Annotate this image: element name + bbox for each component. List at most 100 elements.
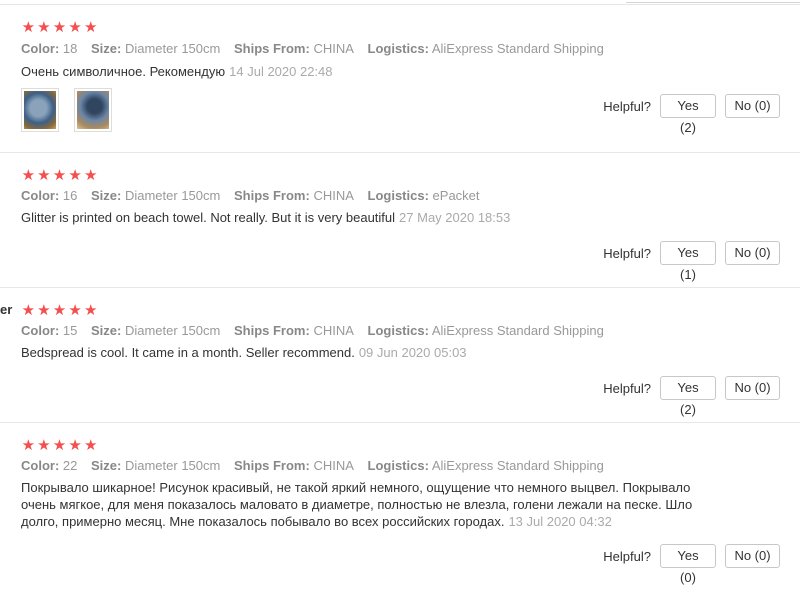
review-photo-thumbnail[interactable] [74,88,112,132]
star-icon: ★ [52,19,67,36]
star-icon: ★ [83,167,98,184]
star-icon: ★ [83,19,98,36]
ships-from-label: Ships From: [233,188,310,203]
helpful-no-button[interactable]: No (0) [725,94,780,118]
size-value: Diameter 150cm [124,188,221,203]
ships-from-value: CHINA [313,323,354,338]
helpful-label: Helpful? [603,380,651,396]
logistics-value: AliExpress Standard Shipping [431,323,604,338]
star-icon: ★ [52,302,67,319]
star-icon: ★ [37,302,51,319]
star-icon: ★ [68,302,82,319]
color-label: Color: [21,41,60,56]
star-icon: ★ [83,302,98,319]
star-icon: ★ [21,302,36,319]
color-value: 18 [62,41,78,56]
review-text: Bedspread is cool. It came in a month. S… [21,344,467,361]
helpful-label: Helpful? [603,548,651,564]
helpful-no-button[interactable]: No (0) [725,376,780,400]
review-text: Очень символичное. Рекомендую 14 Jul 2020… [21,63,333,80]
helpful-no-button[interactable]: No (0) [725,544,780,568]
ships-from-value: CHINA [313,188,354,203]
star-icon: ★ [21,19,36,36]
helpful-controls: Helpful? Yes (2) No (0) [603,376,780,417]
ships-from-label: Ships From: [233,323,310,338]
star-icon: ★ [52,167,67,184]
color-value: 16 [62,188,78,203]
review-item: ★ ★ ★ ★ ★ Color: 22 Size: Diameter 150cm… [0,423,800,585]
ships-from-label: Ships From: [233,458,310,473]
review-date: 13 Jul 2020 04:32 [508,514,612,529]
star-icon: ★ [37,437,51,454]
review-body-line: Покрывало шикарное! Рисунок красивый, не… [21,480,691,495]
review-body: Bedspread is cool. It came in a month. S… [21,345,355,360]
star-icon: ★ [68,19,82,36]
review-body-line: очень мягкое, для меня показалось малова… [21,497,693,512]
cut-off-label: er [0,302,13,317]
rating-stars: ★ ★ ★ ★ ★ [21,438,98,453]
top-tab-edge [626,0,800,3]
size-label: Size: [91,188,122,203]
helpful-label: Helpful? [603,245,651,261]
rating-stars: ★ ★ ★ ★ ★ [21,20,98,35]
ships-from-value: CHINA [313,458,354,473]
review-attributes: Color: 22 Size: Diameter 150cm Ships Fro… [21,458,614,473]
helpful-controls: Helpful? Yes (2) No (0) [603,94,780,135]
color-value: 22 [62,458,78,473]
size-value: Diameter 150cm [124,323,221,338]
rating-stars: ★ ★ ★ ★ ★ [21,303,98,318]
logistics-value: AliExpress Standard Shipping [431,41,604,56]
star-icon: ★ [52,437,67,454]
color-value: 15 [62,323,78,338]
review-attributes: Color: 18 Size: Diameter 150cm Ships Fro… [21,41,614,56]
color-label: Color: [21,458,60,473]
size-label: Size: [91,41,122,56]
review-date: 27 May 2020 18:53 [399,210,511,225]
review-attributes: Color: 15 Size: Diameter 150cm Ships Fro… [21,323,614,338]
star-icon: ★ [37,167,51,184]
size-value: Diameter 150cm [124,41,221,56]
color-label: Color: [21,323,60,338]
size-label: Size: [91,458,122,473]
color-label: Color: [21,188,60,203]
review-date: 14 Jul 2020 22:48 [229,64,333,79]
logistics-label: Logistics: [367,41,429,56]
logistics-label: Logistics: [367,458,429,473]
helpful-yes-button[interactable]: Yes (2) [660,376,716,417]
review-text: Glitter is printed on beach towel. Not r… [21,209,510,226]
review-photo-thumbnail[interactable] [21,88,59,132]
review-body: Glitter is printed on beach towel. Not r… [21,210,396,225]
top-divider [0,4,800,5]
helpful-yes-button[interactable]: Yes (2) [660,94,716,135]
helpful-no-button[interactable]: No (0) [725,241,780,265]
helpful-yes-button[interactable]: Yes (0) [660,544,716,585]
star-icon: ★ [83,437,98,454]
review-photos [21,88,112,132]
rating-stars: ★ ★ ★ ★ ★ [21,168,98,183]
review-text: Покрывало шикарное! Рисунок красивый, не… [21,479,721,530]
helpful-label: Helpful? [603,98,651,114]
logistics-label: Logistics: [367,188,429,203]
star-icon: ★ [68,437,82,454]
helpful-controls: Helpful? Yes (1) No (0) [603,241,780,282]
review-body-line: долго, примерно месяц. Мне показалось по… [21,514,505,529]
ships-from-label: Ships From: [233,41,310,56]
ships-from-value: CHINA [313,41,354,56]
logistics-value: ePacket [432,188,480,203]
review-attributes: Color: 16 Size: Diameter 150cm Ships Fro… [21,188,490,203]
star-icon: ★ [21,437,36,454]
helpful-yes-button[interactable]: Yes (1) [660,241,716,282]
star-icon: ★ [37,19,51,36]
review-item: ★ ★ ★ ★ ★ Color: 18 Size: Diameter 150cm… [0,10,800,153]
size-value: Diameter 150cm [124,458,221,473]
review-date: 09 Jun 2020 05:03 [358,345,467,360]
size-label: Size: [91,323,122,338]
helpful-controls: Helpful? Yes (0) No (0) [603,544,780,585]
star-icon: ★ [68,167,82,184]
logistics-value: AliExpress Standard Shipping [431,458,604,473]
review-body: Очень символичное. Рекомендую [21,64,226,79]
star-icon: ★ [21,167,36,184]
review-item: er ★ ★ ★ ★ ★ Color: 15 Size: Diameter 15… [0,288,800,423]
logistics-label: Logistics: [367,323,429,338]
review-item: ★ ★ ★ ★ ★ Color: 16 Size: Diameter 150cm… [0,153,800,288]
